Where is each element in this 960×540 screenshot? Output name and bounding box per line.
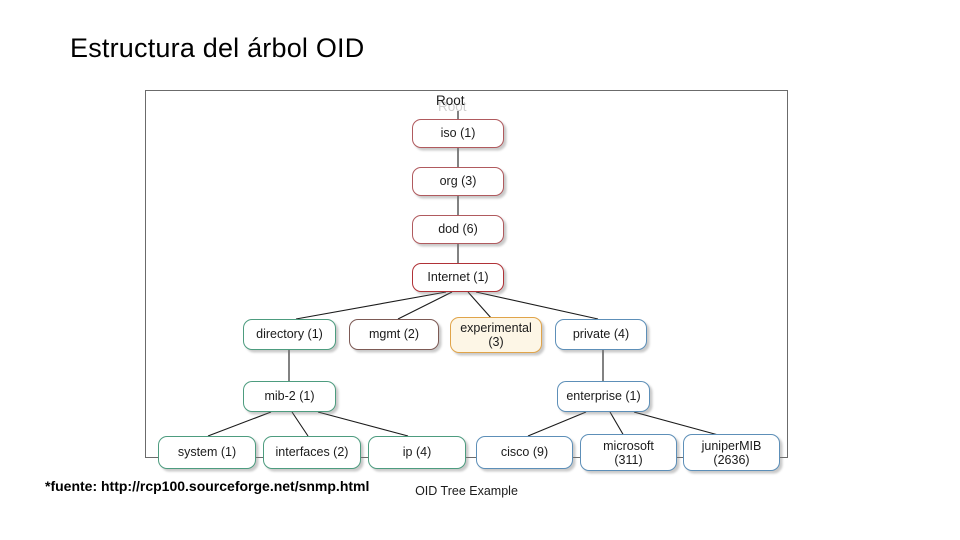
edge-mib2-ip xyxy=(317,411,409,437)
tree-node-dod[interactable]: dod (6) xyxy=(412,215,504,244)
edge-mib2-interfaces xyxy=(291,411,309,437)
root-label: Root xyxy=(436,93,465,108)
tree-node-iso-label: iso (1) xyxy=(440,125,476,140)
tree-node-experimental-label: experimental xyxy=(460,321,532,335)
tree-node-directory-label: directory (1) xyxy=(256,326,323,341)
tree-node-org-label: org (3) xyxy=(439,173,477,188)
edge-enterprise-cisco xyxy=(527,411,587,437)
tree-node-junipermib-oid: (2636) xyxy=(713,452,750,467)
tree-node-internet[interactable]: Internet (1) xyxy=(412,263,504,292)
edge-enterprise-microsoft xyxy=(609,411,625,437)
tree-node-mgmt[interactable]: mgmt (2) xyxy=(349,319,439,350)
tree-node-dod-label: dod (6) xyxy=(438,221,478,236)
edge-enterprise-junipermib xyxy=(633,411,723,437)
tree-node-internet-label: Internet (1) xyxy=(427,269,489,284)
tree-node-enterprise-label: enterprise (1) xyxy=(566,388,641,403)
source-note: *fuente: http://rcp100.sourceforge.net/s… xyxy=(45,478,370,494)
tree-node-mib-2-label: mib-2 (1) xyxy=(264,388,315,403)
edge-mib2-system xyxy=(207,411,272,437)
edge-internet-directory xyxy=(295,291,447,320)
figure-canvas: Root Root iso (1) org (3) dod (6) Intern… xyxy=(146,91,787,498)
tree-node-mgmt-label: mgmt (2) xyxy=(369,326,419,341)
tree-node-enterprise[interactable]: enterprise (1) xyxy=(557,381,650,412)
tree-node-iso[interactable]: iso (1) xyxy=(412,119,504,148)
page-title: Estructura del árbol OID xyxy=(70,33,365,63)
tree-node-directory[interactable]: directory (1) xyxy=(243,319,336,350)
tree-node-microsoft-oid: (311) xyxy=(614,452,643,467)
edge-internet-experimental xyxy=(467,291,493,320)
tree-node-private-label: private (4) xyxy=(572,326,630,341)
tree-node-private[interactable]: private (4) xyxy=(555,319,647,350)
figure-caption: OID Tree Example xyxy=(415,484,518,498)
tree-node-experimental-oid: (3) xyxy=(488,335,504,349)
tree-node-experimental[interactable]: experimental (3) xyxy=(450,317,542,353)
edge-internet-mgmt xyxy=(397,291,453,320)
tree-node-mib-2[interactable]: mib-2 (1) xyxy=(243,381,336,412)
edge-internet-private xyxy=(475,291,599,320)
tree-node-org[interactable]: org (3) xyxy=(412,167,504,196)
oid-tree-figure: Root Root iso (1) org (3) dod (6) Intern… xyxy=(145,90,788,498)
